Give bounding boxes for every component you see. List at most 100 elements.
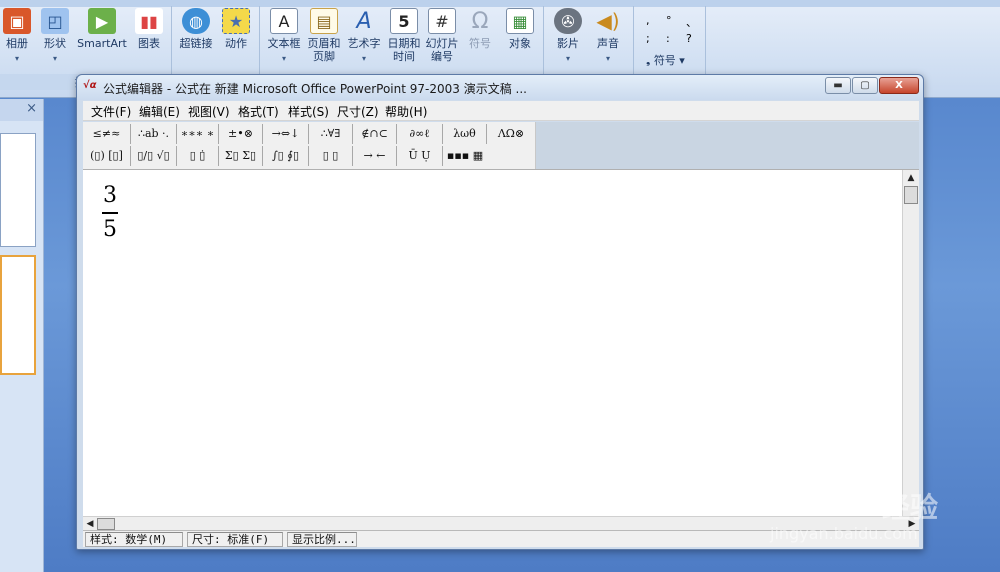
movie-button[interactable]: ✇ 影片 ▾ [550, 8, 586, 65]
equation-toolbar: ≤≠≈ ∴ab ·. ∗∗∗ ∗ ±•⊗ →⇔↓ ∴∀∃ ∉∩⊂ ∂∞ℓ λωθ… [83, 122, 919, 169]
set-theory-palette-button[interactable]: ∉∩⊂ [353, 124, 397, 144]
shapes-label: 形状 [44, 37, 66, 50]
status-style[interactable]: 样式: 数学(M) [85, 532, 183, 547]
chart-label: 图表 [138, 37, 160, 50]
spaces-ellipses-palette-button[interactable]: ∴ab ·. [131, 124, 177, 144]
textbox-button[interactable]: A 文本框 ▾ [266, 8, 302, 65]
slide-panel-header: × [0, 99, 43, 121]
smartart-button[interactable]: ▶ SmartArt [76, 8, 128, 50]
symbol-label: 符号 [469, 37, 491, 50]
comma-icon: ❟ [646, 54, 654, 67]
smartart-label: SmartArt [77, 37, 127, 50]
misc-symbols-palette-button[interactable]: ∂∞ℓ [397, 124, 443, 144]
chevron-down-icon: ▾ [605, 54, 610, 63]
minimize-button[interactable]: ▬ [825, 77, 851, 94]
symbol-glyph[interactable]: ? [686, 32, 692, 45]
chevron-down-icon: ▾ [52, 54, 57, 63]
hyperlink-icon: ◍ [182, 8, 210, 34]
integral-templates-button[interactable]: ∫▯ ∮▯ [263, 146, 309, 166]
slide-number-label-2: 编号 [431, 50, 453, 63]
symbol-glyph[interactable]: 、 [686, 14, 697, 30]
wordart-icon: A [356, 8, 372, 34]
slide-number-label-1: 幻灯片 [425, 37, 459, 50]
hyperlink-button[interactable]: ◍ 超链接 [178, 8, 214, 50]
summation-templates-button[interactable]: Σ▯ Σ▯ [219, 146, 263, 166]
embellishments-palette-button[interactable]: ∗∗∗ ∗ [177, 124, 219, 144]
header-footer-label-2: 页脚 [313, 50, 335, 63]
chart-button[interactable]: ▮▮ 图表 [132, 8, 166, 50]
labeled-arrow-templates-button[interactable]: → ← [353, 146, 397, 166]
slide-number-button[interactable]: # 幻灯片 编号 [424, 8, 460, 63]
menu-help[interactable]: 帮助(H) [385, 103, 427, 120]
status-size[interactable]: 尺寸: 标准(F) [187, 532, 283, 547]
symbol-glyph[interactable]: : [666, 32, 670, 45]
sound-button[interactable]: ◀) 声音 ▾ [590, 8, 626, 65]
scroll-left-arrow-icon[interactable]: ◀ [83, 517, 97, 531]
chevron-down-icon: ▾ [14, 54, 19, 63]
fraction-numerator[interactable]: 3 [100, 182, 120, 210]
close-button[interactable]: X [879, 77, 919, 94]
watermark-brand: Baidu [764, 480, 879, 520]
omega-symbol-icon: Ω [471, 8, 489, 34]
status-zoom[interactable]: 显示比例... [287, 532, 357, 547]
bar-templates-button[interactable]: ▯ ▯ [309, 146, 353, 166]
relations-palette-button[interactable]: ≤≠≈ [83, 124, 131, 144]
scroll-up-arrow-icon[interactable]: ▲ [903, 170, 919, 186]
photo-album-button[interactable]: ▣ 相册 ▾ [2, 8, 32, 65]
slide-panel: × [0, 99, 44, 572]
product-templates-button[interactable]: Ū Ụ [397, 146, 443, 166]
menu-style[interactable]: 样式(S) [288, 103, 329, 120]
symbols-label: 符号 [653, 54, 676, 67]
vertical-scrollbar[interactable]: ▲ [902, 170, 919, 517]
date-time-button[interactable]: 5 日期和 时间 [386, 8, 422, 63]
horizontal-scroll-thumb[interactable] [97, 518, 115, 530]
wordart-button[interactable]: A 艺术字 ▾ [346, 8, 382, 65]
menu-file[interactable]: 文件(F) [91, 103, 131, 120]
window-titlebar[interactable]: √α 公式编辑器 - 公式在 新建 Microsoft Office Power… [77, 75, 923, 100]
fraction-radical-templates-button[interactable]: ▯/▯ √▯ [131, 146, 177, 166]
slide-thumbnail-2[interactable] [0, 255, 36, 375]
object-button[interactable]: ▦ 对象 [502, 8, 538, 50]
symbol-glyph[interactable]: , [646, 14, 650, 27]
close-icon[interactable]: × [26, 101, 37, 116]
logic-palette-button[interactable]: ∴∀∃ [309, 124, 353, 144]
matrix-templates-button[interactable]: ▪▪▪ ▦ [443, 146, 487, 166]
shapes-icon: ◰ [41, 8, 69, 34]
restore-button[interactable]: ▢ [852, 77, 878, 94]
fence-templates-button[interactable]: (▯) [▯] [83, 146, 131, 166]
slide-thumbnail-1[interactable] [0, 133, 36, 247]
wordart-label: 艺术字 [347, 37, 381, 50]
symbol-glyph[interactable]: ; [646, 32, 650, 45]
fraction-denominator[interactable]: 5 [100, 216, 120, 244]
window-title: 公式编辑器 - 公式在 新建 Microsoft Office PowerPoi… [103, 82, 527, 96]
date-time-icon: 5 [390, 8, 418, 34]
equation-fraction[interactable]: 3 5 [100, 182, 120, 244]
slide-number-icon: # [428, 8, 456, 34]
menu-view[interactable]: 视图(V) [188, 103, 230, 120]
chevron-down-icon: ▾ [361, 54, 366, 63]
vertical-scroll-thumb[interactable] [904, 186, 918, 204]
header-footer-button[interactable]: ▤ 页眉和 页脚 [306, 8, 342, 63]
photo-album-icon: ▣ [3, 8, 31, 34]
subscript-templates-button[interactable]: ▯ ▯̇ [177, 146, 219, 166]
symbol-button[interactable]: Ω 符号 [464, 8, 496, 50]
operators-palette-button[interactable]: ±•⊗ [219, 124, 263, 144]
greek-lower-palette-button[interactable]: λωθ [443, 124, 487, 144]
symbol-glyph[interactable]: ° [666, 14, 672, 27]
greek-upper-palette-button[interactable]: ΛΩ⊗ [487, 124, 535, 144]
menu-format[interactable]: 格式(T) [238, 103, 279, 120]
equation-editing-area[interactable]: 3 5 ▲ [83, 169, 919, 517]
fraction-bar [102, 212, 118, 214]
arrows-palette-button[interactable]: →⇔↓ [263, 124, 309, 144]
action-button[interactable]: ★ 动作 [220, 8, 252, 50]
watermark-url: jingyan.baidu.com [770, 524, 918, 543]
menu-edit[interactable]: 编辑(E) [139, 103, 180, 120]
movie-label: 影片 [557, 37, 579, 50]
menu-size[interactable]: 尺寸(Z) [337, 103, 379, 120]
shapes-button[interactable]: ◰ 形状 ▾ [40, 8, 70, 65]
symbols-dropdown-button[interactable]: ❟ 符号 ▾ [646, 52, 685, 68]
object-icon: ▦ [506, 8, 534, 34]
smartart-icon: ▶ [88, 8, 116, 34]
date-time-label-1: 日期和 [387, 37, 421, 50]
menu-bar: 文件(F) 编辑(E) 视图(V) 格式(T) 样式(S) 尺寸(Z) 帮助(H… [83, 101, 919, 121]
